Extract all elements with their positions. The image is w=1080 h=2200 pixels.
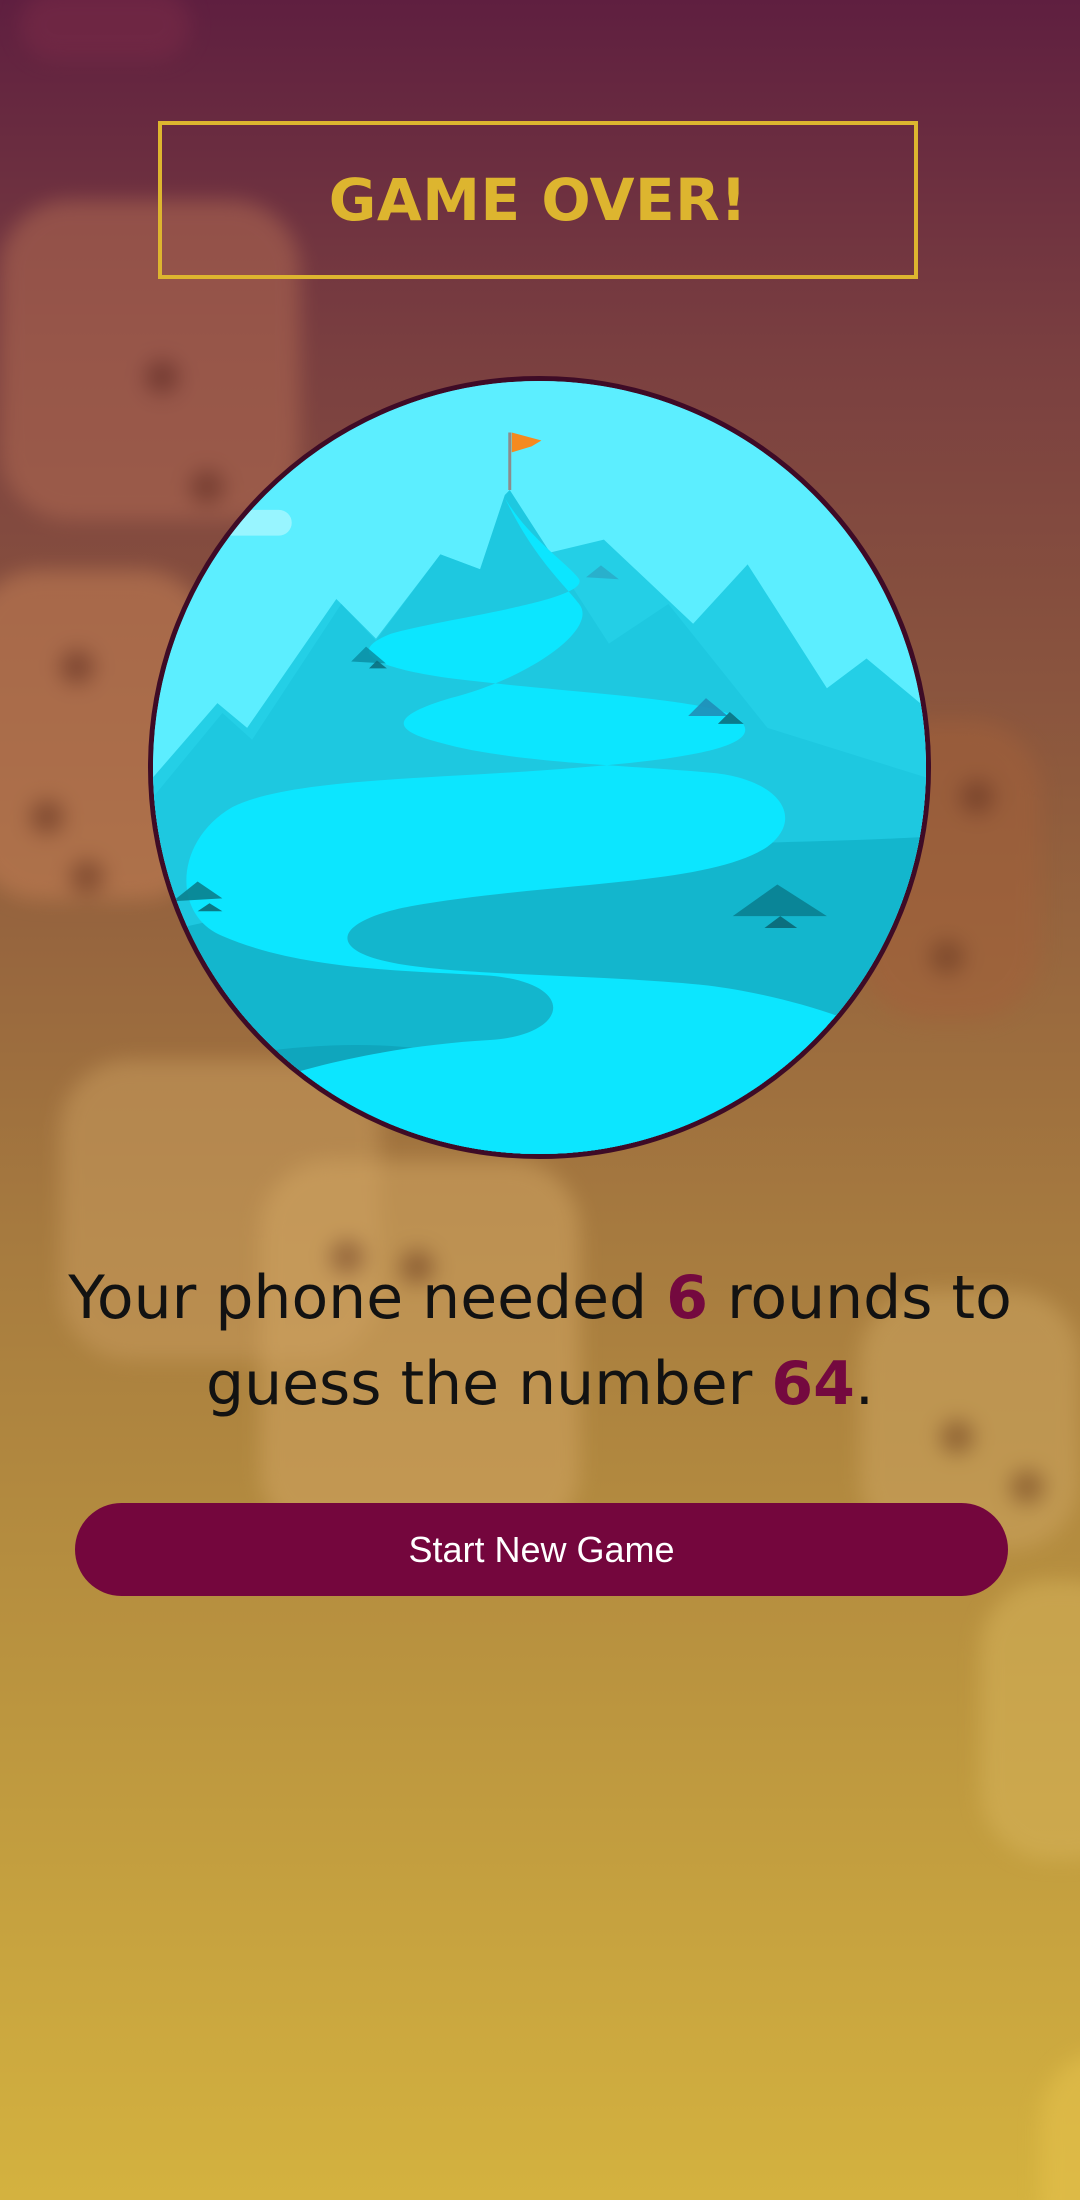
mountain-illustration [153, 381, 926, 1154]
start-new-game-button[interactable]: Start New Game [75, 1503, 1008, 1596]
game-over-title: GAME OVER! [328, 166, 748, 234]
summary-text-part3: . [854, 1349, 874, 1419]
title-container: GAME OVER! [158, 121, 918, 279]
game-over-screen: GAME OVER! Your phone needed 6 rounds to… [0, 0, 1080, 2200]
success-image [148, 376, 931, 1159]
start-new-game-label: Start New Game [408, 1528, 675, 1570]
target-number: 64 [771, 1349, 855, 1419]
game-summary-text: Your phone needed 6 rounds to guess the … [40, 1255, 1040, 1427]
rounds-count: 6 [666, 1263, 708, 1333]
summary-text-part1: Your phone needed [68, 1263, 667, 1333]
